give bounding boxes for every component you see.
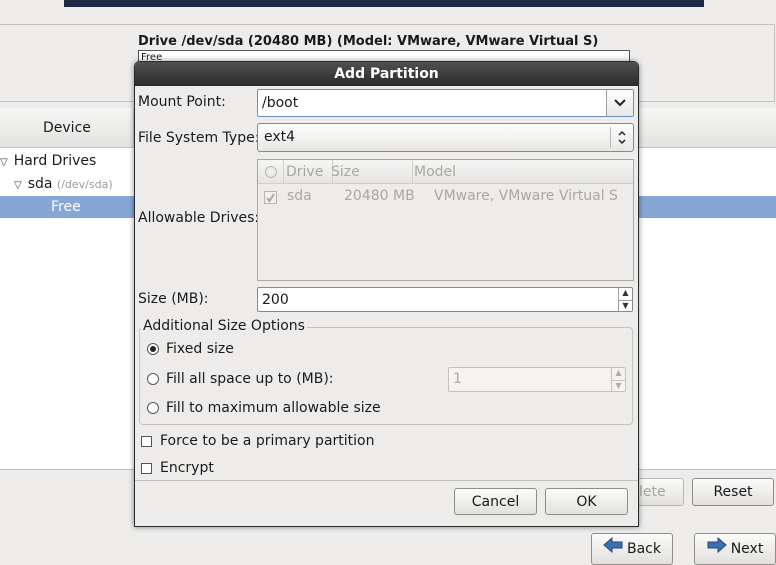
- reset-button-label: Reset: [713, 484, 753, 500]
- header-model-label: Model: [414, 164, 457, 180]
- expander-down-icon[interactable]: ▽: [14, 175, 22, 197]
- spin-up-icon[interactable]: ▲: [619, 288, 632, 300]
- size-input[interactable]: [258, 288, 618, 311]
- mount-point-combo[interactable]: [257, 89, 634, 117]
- fill-upto-spin-buttons[interactable]: ▲ ▼: [611, 368, 625, 391]
- fill-upto-radio[interactable]: [147, 373, 161, 387]
- spin-up-icon[interactable]: ▲: [612, 368, 625, 380]
- size-spinbox[interactable]: ▲ ▼: [257, 287, 633, 312]
- header-drive[interactable]: Drive: [283, 160, 333, 184]
- next-button[interactable]: Next: [694, 533, 776, 565]
- ok-button[interactable]: OK: [545, 488, 628, 515]
- radio-selected-dot: [150, 346, 156, 352]
- encrypt-checkbox[interactable]: [141, 462, 152, 478]
- header-size[interactable]: Size: [329, 160, 413, 184]
- table-row[interactable]: sda 20480 MB VMware, VMware Virtual S: [258, 186, 633, 208]
- next-button-label: Next: [730, 541, 764, 557]
- encrypt-label[interactable]: Encrypt: [160, 460, 214, 476]
- fill-max-label[interactable]: Fill to maximum allowable size: [166, 400, 381, 416]
- dialog-title: Add Partition: [135, 62, 638, 86]
- spin-down-icon[interactable]: ▼: [612, 379, 625, 392]
- circle-icon: [264, 166, 277, 178]
- top-banner: [64, 0, 704, 7]
- tree-header-right[interactable]: [638, 108, 776, 148]
- cell-size: 20480 MB: [344, 188, 415, 204]
- drives-table-header: Drive Size Model: [258, 160, 633, 184]
- checkbox-box: [141, 436, 152, 447]
- dialog-separator: [135, 480, 638, 481]
- tree-row-label: Free: [51, 199, 81, 215]
- header-select-column[interactable]: [258, 160, 284, 184]
- back-button-label: Back: [627, 541, 661, 557]
- arrow-left-icon: [603, 534, 623, 564]
- fill-upto-spinbox[interactable]: 1 ▲ ▼: [448, 367, 626, 392]
- fixed-size-radio[interactable]: [147, 343, 161, 357]
- delete-button-label: lete: [639, 484, 666, 500]
- arrow-right-icon: [707, 534, 727, 564]
- mount-point-label: Mount Point:: [138, 94, 226, 110]
- cancel-button[interactable]: Cancel: [454, 488, 537, 515]
- cancel-button-label: Cancel: [471, 494, 520, 510]
- tree-row-sub: (/dev/sda): [56, 178, 113, 191]
- header-model[interactable]: Model: [410, 160, 637, 184]
- mount-point-input[interactable]: [258, 90, 606, 116]
- force-primary-label[interactable]: Force to be a primary partition: [160, 433, 374, 449]
- force-primary-checkbox[interactable]: [141, 435, 152, 451]
- device-column-header-label: Device: [43, 120, 91, 136]
- back-button[interactable]: Back: [591, 533, 673, 565]
- drive-checkbox[interactable]: [264, 190, 277, 210]
- ok-button-label: OK: [576, 494, 597, 510]
- combo-separator: [610, 127, 611, 148]
- chevron-down-icon[interactable]: [606, 90, 633, 116]
- drive-title: Drive /dev/sda (20480 MB) (Model: VMware…: [138, 34, 599, 49]
- fs-type-label: File System Type:: [138, 130, 260, 146]
- tree-row-label: Hard Drives: [13, 153, 97, 169]
- fs-type-select[interactable]: ext4: [257, 123, 634, 152]
- expander-down-icon[interactable]: ▽: [0, 152, 8, 174]
- fill-upto-label[interactable]: Fill all space up to (MB):: [166, 371, 334, 387]
- tree-row-label: sda: [27, 176, 53, 192]
- fixed-size-label[interactable]: Fixed size: [166, 341, 234, 357]
- size-options-legend: Additional Size Options: [141, 318, 307, 334]
- cell-model: VMware, VMware Virtual S: [434, 188, 618, 204]
- fill-max-radio[interactable]: [147, 402, 161, 416]
- reset-button[interactable]: Reset: [692, 478, 774, 506]
- cell-drive: sda: [287, 188, 312, 204]
- allowable-drives-label: Allowable Drives:: [138, 210, 260, 226]
- size-spin-buttons[interactable]: ▲ ▼: [618, 288, 632, 311]
- checkbox-box: [141, 463, 152, 474]
- fill-upto-value: 1: [453, 371, 462, 387]
- device-column-header[interactable]: Device: [0, 108, 134, 148]
- spin-down-icon[interactable]: ▼: [619, 299, 632, 312]
- size-label: Size (MB):: [138, 291, 209, 307]
- updown-chevron-icon: [616, 129, 628, 146]
- header-drive-label: Drive: [286, 164, 324, 180]
- fs-type-value: ext4: [264, 129, 296, 145]
- header-size-label: Size: [331, 164, 360, 180]
